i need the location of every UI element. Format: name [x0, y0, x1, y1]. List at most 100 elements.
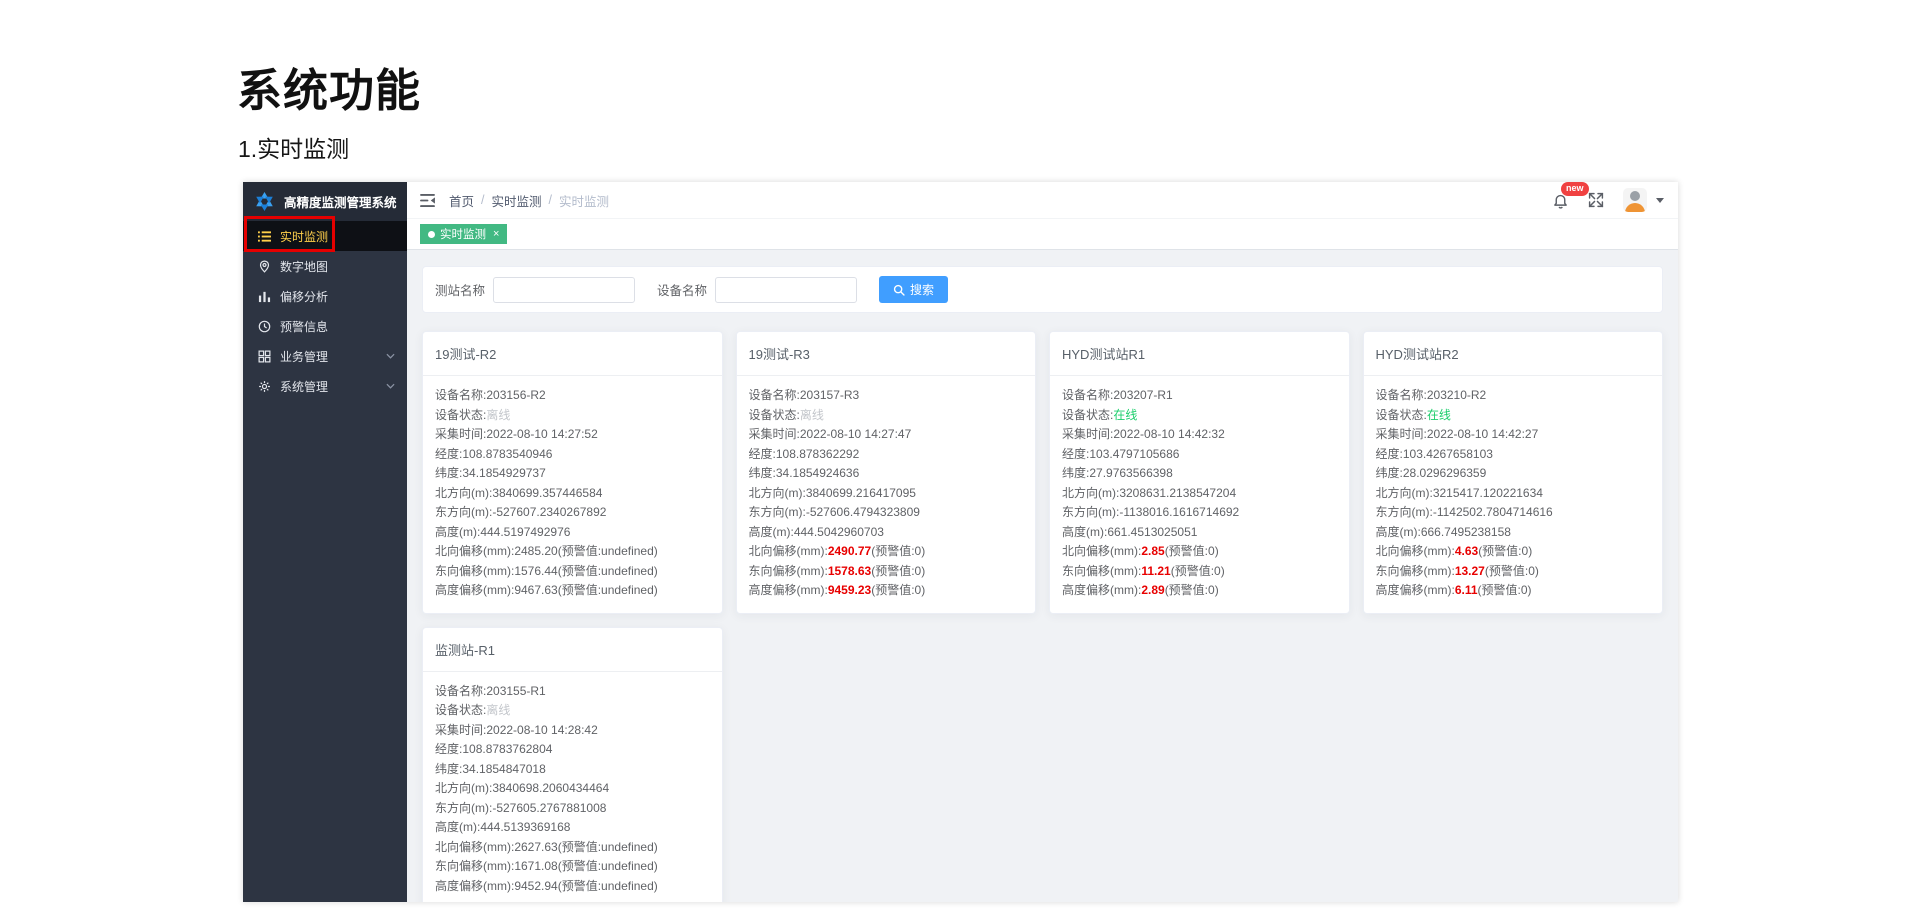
sidebar-item-5[interactable]: 业务管理 — [243, 341, 407, 371]
card-field: 设备名称:203155-R1 — [435, 682, 710, 702]
field-warn-value: (预警值:undefined) — [557, 859, 658, 873]
card-field: 经度:103.4267658103 — [1376, 445, 1651, 465]
field-value: -527606.4794323809 — [805, 505, 920, 519]
sidebar-item-label: 偏移分析 — [280, 289, 329, 304]
card-field: 高度(m):444.5042960703 — [749, 523, 1024, 543]
card-field: 东方向(m):-1138016.1616714692 — [1062, 503, 1337, 523]
card-field: 设备状态:离线 — [749, 406, 1024, 426]
card-field: 采集时间:2022-08-10 14:27:52 — [435, 425, 710, 445]
field-value: 444.5139369168 — [480, 820, 571, 834]
sidebar-logo-row: 高精度监测管理系统 — [243, 182, 407, 221]
card-field: 设备名称:203157-R3 — [749, 386, 1024, 406]
sidebar-item-3[interactable]: 偏移分析 — [243, 281, 407, 311]
card-field: 北向偏移(mm):4.63(预警值:0) — [1376, 542, 1651, 562]
station-card: 19测试-R2 设备名称:203156-R2 设备状态:离线 采集时间:2022-08… — [422, 331, 723, 614]
main-area: 首页 / 实时监测 / 实时监测 new 实时监测 × 测站名称 设备名称 搜索… — [407, 181, 1678, 902]
card-field: 东向偏移(mm):11.21(预警值:0) — [1062, 562, 1337, 582]
card-body: 设备名称:203155-R1 设备状态:离线 采集时间:2022-08-10 14:… — [423, 672, 722, 903]
card-field: 采集时间:2022-08-10 14:27:47 — [749, 425, 1024, 445]
field-label: 东向偏移(mm): — [435, 563, 515, 578]
field-value: 2022-08-10 14:27:47 — [799, 427, 912, 441]
card-field: 高度偏移(mm):9459.23(预警值:0) — [749, 581, 1024, 601]
card-field: 东向偏移(mm):1671.08(预警值:undefined) — [435, 857, 710, 877]
field-label: 高度偏移(mm): — [748, 583, 828, 597]
sidebar-item-label: 实时监测 — [280, 229, 329, 244]
card-field: 北向偏移(mm):2490.77(预警值:0) — [749, 542, 1024, 562]
field-value: 离线 — [799, 407, 824, 422]
sidebar-item-4[interactable]: 预警信息 — [243, 311, 407, 341]
field-warn-value: (预警值:0) — [1484, 563, 1539, 578]
card-field: 采集时间:2022-08-10 14:42:27 — [1376, 425, 1651, 445]
card-field: 设备状态:在线 — [1062, 406, 1337, 426]
user-menu-caret-icon[interactable] — [1656, 197, 1664, 203]
field-label: 设备名称: — [1062, 388, 1114, 402]
notification-bell-icon[interactable]: new — [1552, 181, 1589, 209]
field-label: 高度(m): — [1062, 524, 1108, 539]
card-header: HYD测试站R1 — [1050, 332, 1349, 376]
field-label: 东方向(m): — [435, 505, 493, 519]
sidebar-item-2[interactable]: 数字地图 — [243, 251, 407, 281]
fullscreen-icon[interactable] — [1588, 192, 1604, 208]
card-field: 高度偏移(mm):9452.94(预警值:undefined) — [435, 877, 710, 897]
app-logo-icon — [253, 190, 276, 213]
tags-view-bar: 实时监测 × — [407, 219, 1678, 250]
card-field: 北向偏移(mm):2485.20(预警值:undefined) — [435, 542, 710, 562]
field-label: 东向偏移(mm): — [1375, 563, 1455, 578]
field-value: 444.5042960703 — [793, 524, 884, 539]
station-name-input[interactable] — [493, 276, 636, 303]
content-area: 测站名称 设备名称 搜索 19测试-R2 设备名称:203156-R2 设备状态:离… — [407, 250, 1678, 902]
sidebar-item-1[interactable]: 实时监测 — [243, 221, 407, 251]
field-label: 高度偏移(mm): — [1375, 583, 1455, 597]
field-label: 东方向(m): — [1375, 505, 1433, 519]
field-value: 34.1854929737 — [462, 466, 546, 480]
sidebar-toggle-icon[interactable] — [420, 193, 435, 207]
card-field: 高度偏移(mm):6.11(预警值:0) — [1376, 581, 1651, 601]
station-card: HYD测试站R2 设备名称:203210-R2 设备状态:在线 采集时间:2022-0… — [1362, 331, 1663, 614]
card-field: 纬度:34.1854847018 — [435, 760, 710, 780]
field-label: 设备状态: — [1375, 407, 1427, 422]
breadcrumb: 首页 / 实时监测 / 实时监测 — [449, 191, 609, 210]
field-label: 北向偏移(mm): — [748, 544, 828, 558]
device-name-input[interactable] — [715, 276, 858, 303]
card-body: 设备名称:203210-R2 设备状态:在线 采集时间:2022-08-10 14:… — [1364, 376, 1663, 613]
card-body: 设备名称:203207-R1 设备状态:在线 采集时间:2022-08-10 14:… — [1050, 376, 1349, 613]
field-value: 103.4797105686 — [1089, 446, 1180, 461]
field-value: 27.9763566398 — [1089, 466, 1173, 480]
breadcrumb-item[interactable]: 首页 — [449, 191, 474, 210]
station-card: HYD测试站R1 设备名称:203207-R1 设备状态:在线 采集时间:2022-0… — [1049, 331, 1350, 614]
card-title: HYD测试站R2 — [1375, 347, 1459, 362]
app-screenshot-frame: 高精度监测管理系统 实时监测数字地图偏移分析预警信息 业务管理 系统管理 首页 / 实时… — [243, 181, 1678, 902]
field-value: 661.4513025051 — [1107, 524, 1198, 539]
field-label: 纬度: — [435, 466, 463, 480]
card-field: 北向偏移(mm):2627.63(预警值:undefined) — [435, 838, 710, 858]
breadcrumb-item[interactable]: 实时监测 — [492, 191, 542, 210]
sidebar-item-6[interactable]: 系统管理 — [243, 371, 407, 401]
device-name-label: 设备名称 — [657, 284, 708, 298]
field-value: 2.85 — [1141, 544, 1165, 558]
card-field: 高度(m):661.4513025051 — [1062, 523, 1337, 543]
field-label: 采集时间: — [748, 427, 800, 441]
field-value: -527607.2340267892 — [492, 505, 607, 519]
card-field: 东方向(m):-527606.4794323809 — [749, 503, 1024, 523]
field-label: 纬度: — [748, 466, 776, 480]
card-field: 北方向(m):3840699.357446584 — [435, 484, 710, 504]
card-field: 高度(m):444.5139369168 — [435, 818, 710, 838]
field-value: 108.8783762804 — [462, 742, 553, 756]
user-avatar[interactable] — [1623, 188, 1647, 212]
search-button[interactable]: 搜索 — [879, 276, 949, 303]
field-warn-value: (预警值:0) — [871, 563, 926, 578]
field-value: 203207-R1 — [1113, 388, 1173, 402]
tab-close-icon[interactable]: × — [493, 228, 499, 240]
field-warn-value: (预警值:0) — [1164, 544, 1219, 558]
field-value: 666.7495238158 — [1420, 524, 1511, 539]
card-field: 纬度:34.1854929737 — [435, 464, 710, 484]
field-value: 108.878362292 — [775, 446, 860, 461]
card-field: 采集时间:2022-08-10 14:42:32 — [1062, 425, 1337, 445]
tab-realtime-monitor[interactable]: 实时监测 × — [420, 224, 508, 244]
field-value: -527605.2767881008 — [492, 800, 607, 815]
field-value: 3840699.216417095 — [805, 485, 916, 500]
field-value: 203156-R2 — [486, 388, 546, 402]
card-field: 经度:108.8783540946 — [435, 445, 710, 465]
field-value: 离线 — [486, 703, 511, 717]
page-subtitle: 1.实时监测 — [238, 136, 350, 162]
